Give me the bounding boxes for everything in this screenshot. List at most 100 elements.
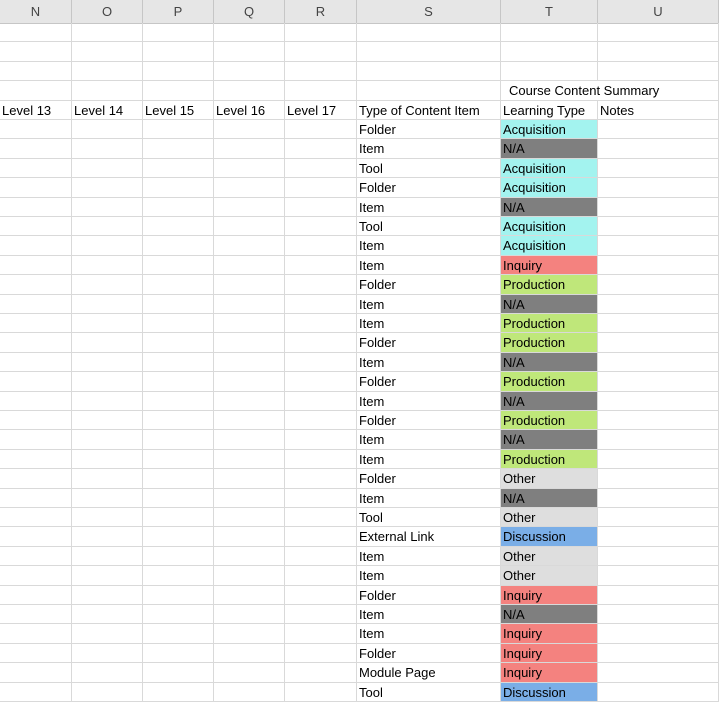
cell-q[interactable] [214, 488, 285, 508]
cell-p[interactable] [143, 391, 214, 411]
cell-n[interactable] [0, 605, 72, 625]
cell-u[interactable] [598, 663, 719, 683]
content-type-cell[interactable]: External Link [357, 527, 501, 547]
cell-q[interactable] [214, 294, 285, 314]
cell-n[interactable] [0, 81, 72, 101]
cell-r[interactable] [285, 605, 357, 625]
cell-n[interactable] [0, 236, 72, 256]
cell-n[interactable] [0, 314, 72, 334]
cell-q[interactable] [214, 508, 285, 528]
cell-r[interactable] [285, 23, 357, 43]
cell-r[interactable] [285, 294, 357, 314]
content-type-cell[interactable]: Item [357, 566, 501, 586]
learning-type-cell[interactable]: Acquisition [501, 236, 598, 256]
learning-type-cell[interactable]: Production [501, 411, 598, 431]
cell-n[interactable] [0, 178, 72, 198]
learning-type-cell[interactable]: N/A [501, 391, 598, 411]
cell-o[interactable] [72, 508, 143, 528]
cell-o[interactable] [72, 139, 143, 159]
cell-u[interactable] [598, 352, 719, 373]
cell-q[interactable] [214, 158, 285, 179]
cell-u[interactable] [598, 120, 719, 140]
cell-p[interactable] [143, 663, 214, 683]
cell-q[interactable] [214, 352, 285, 373]
cell-p[interactable] [143, 158, 214, 179]
cell-r[interactable] [285, 643, 357, 664]
cell-o[interactable] [72, 469, 143, 489]
cell-u[interactable] [598, 624, 719, 644]
column-header-n[interactable]: N [0, 0, 72, 23]
column-header-u[interactable]: U [598, 0, 719, 23]
cell-u[interactable] [598, 643, 719, 664]
cell-r[interactable] [285, 236, 357, 256]
content-type-cell[interactable]: Item [357, 430, 501, 450]
cell-q[interactable] [214, 527, 285, 547]
cell-r[interactable] [285, 449, 357, 470]
cell-o[interactable] [72, 352, 143, 373]
cell-u[interactable] [598, 236, 719, 256]
cell-q[interactable] [214, 585, 285, 605]
cell-o[interactable] [72, 294, 143, 314]
learning-type-cell[interactable]: Acquisition [501, 178, 598, 198]
column-header-p[interactable]: P [143, 0, 214, 23]
learning-type-cell[interactable]: Inquiry [501, 255, 598, 276]
content-type-cell[interactable]: Tool [357, 217, 501, 237]
cell-q[interactable] [214, 682, 285, 702]
cell-p[interactable] [143, 81, 214, 101]
cell-r[interactable] [285, 197, 357, 217]
cell-q[interactable] [214, 372, 285, 392]
cell-u[interactable] [598, 527, 719, 547]
learning-type-cell[interactable]: Production [501, 333, 598, 353]
cell-o[interactable] [72, 217, 143, 237]
cell-q[interactable] [214, 449, 285, 470]
cell-u[interactable] [598, 391, 719, 411]
cell-u[interactable] [598, 411, 719, 431]
cell-n[interactable] [0, 527, 72, 547]
cell-n[interactable] [0, 391, 72, 411]
content-type-cell[interactable]: Folder [357, 411, 501, 431]
cell-u[interactable] [598, 197, 719, 217]
column-header-t[interactable]: T [501, 0, 598, 23]
cell-o[interactable] [72, 314, 143, 334]
cell-o[interactable] [72, 430, 143, 450]
learning-type-cell[interactable]: Production [501, 275, 598, 295]
cell-p[interactable] [143, 430, 214, 450]
cell-u[interactable] [598, 178, 719, 198]
cell-q[interactable] [214, 546, 285, 567]
content-type-cell[interactable]: Folder [357, 275, 501, 295]
content-type-cell[interactable]: Item [357, 314, 501, 334]
cell-p[interactable] [143, 120, 214, 140]
header-o[interactable]: Level 14 [72, 100, 143, 120]
cell-o[interactable] [72, 585, 143, 605]
cell-q[interactable] [214, 23, 285, 43]
cell-p[interactable] [143, 643, 214, 664]
cell-p[interactable] [143, 236, 214, 256]
cell-o[interactable] [72, 42, 143, 62]
cell-q[interactable] [214, 566, 285, 586]
cell-o[interactable] [72, 682, 143, 702]
cell-o[interactable] [72, 391, 143, 411]
cell-p[interactable] [143, 23, 214, 43]
cell-q[interactable] [214, 42, 285, 62]
content-type-cell[interactable]: Item [357, 488, 501, 508]
content-type-cell[interactable]: Item [357, 236, 501, 256]
cell-r[interactable] [285, 178, 357, 198]
cell-n[interactable] [0, 255, 72, 276]
cell-u[interactable] [598, 158, 719, 179]
cell-o[interactable] [72, 372, 143, 392]
learning-type-cell[interactable]: N/A [501, 605, 598, 625]
cell-u[interactable] [598, 217, 719, 237]
header-u[interactable]: Notes [598, 100, 719, 120]
learning-type-cell[interactable]: Discussion [501, 682, 598, 702]
cell-r[interactable] [285, 624, 357, 644]
cell-r[interactable] [285, 275, 357, 295]
content-type-cell[interactable]: Item [357, 197, 501, 217]
cell-r[interactable] [285, 217, 357, 237]
header-s[interactable]: Type of Content Item [357, 100, 501, 120]
cell-p[interactable] [143, 61, 214, 82]
content-type-cell[interactable]: Folder [357, 585, 501, 605]
cell-q[interactable] [214, 314, 285, 334]
cell-r[interactable] [285, 81, 357, 101]
cell-n[interactable] [0, 430, 72, 450]
content-type-cell[interactable]: Item [357, 352, 501, 373]
